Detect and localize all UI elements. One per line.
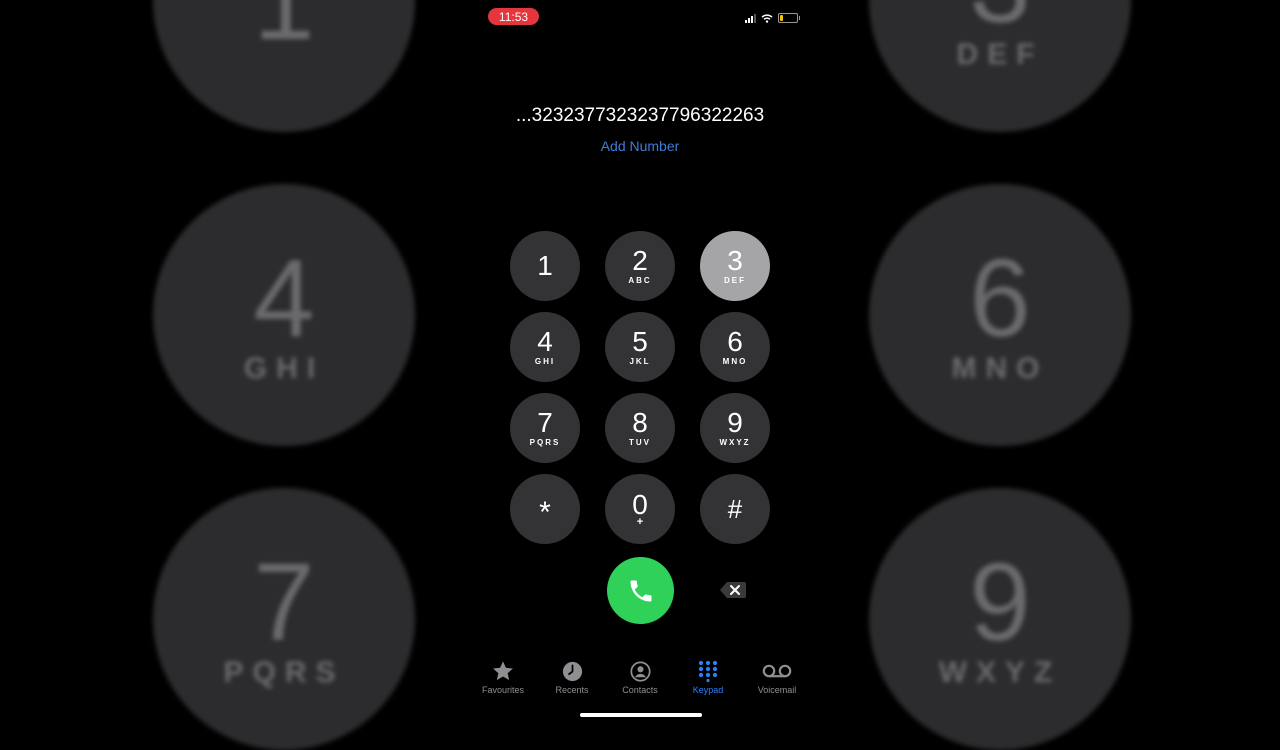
tab-keypad[interactable]: Keypad: [678, 660, 738, 695]
key-hash[interactable]: #: [700, 474, 770, 544]
backspace-icon: [720, 582, 746, 598]
person-icon: [629, 660, 651, 682]
background-key-6: 6 MNO: [869, 184, 1131, 446]
tab-recents[interactable]: Recents: [542, 660, 602, 695]
keypad-icon: [698, 660, 718, 682]
background-key-1: 1: [153, 0, 415, 132]
status-icons: [745, 13, 800, 23]
dialed-number: ...3232377323237796322263: [515, 105, 765, 126]
tab-contacts[interactable]: Contacts: [610, 660, 670, 695]
background-key-3: 3DEF: [869, 0, 1131, 132]
key-6[interactable]: 6 MNO: [700, 312, 770, 382]
key-star[interactable]: *: [510, 474, 580, 544]
time-pill[interactable]: 11:53: [488, 8, 539, 25]
call-button[interactable]: [607, 557, 674, 624]
key-7[interactable]: 7 PQRS: [510, 393, 580, 463]
tab-favourites[interactable]: Favourites: [473, 660, 533, 695]
key-2[interactable]: 2 ABC: [605, 231, 675, 301]
key-1[interactable]: 1: [510, 231, 580, 301]
key-5[interactable]: 5 JKL: [605, 312, 675, 382]
cellular-signal-icon: [745, 13, 756, 23]
phone-icon: [630, 580, 651, 601]
home-indicator[interactable]: [580, 713, 702, 717]
add-number-link[interactable]: Add Number: [472, 138, 808, 154]
key-3[interactable]: 3 DEF: [700, 231, 770, 301]
background-key-9: 9 WXYZ: [869, 488, 1131, 750]
tab-voicemail[interactable]: Voicemail: [747, 660, 807, 695]
key-9[interactable]: 9 WXYZ: [700, 393, 770, 463]
background-key-7: 7 PQRS: [153, 488, 415, 750]
key-4[interactable]: 4 GHI: [510, 312, 580, 382]
star-icon: [493, 661, 513, 681]
clock-icon: [562, 661, 582, 681]
wifi-icon: [761, 13, 773, 23]
voicemail-icon: [762, 664, 792, 678]
key-0[interactable]: 0 +: [605, 474, 675, 544]
phone-screen: 11:53 ...3232377323237796322263 Add Numb…: [472, 0, 808, 720]
battery-icon: [778, 13, 800, 23]
delete-button[interactable]: [719, 579, 747, 601]
tab-bar: Favourites Recents Contacts Keypad Voice…: [472, 660, 808, 700]
background-key-4: 4 GHI: [153, 184, 415, 446]
key-8[interactable]: 8 TUV: [605, 393, 675, 463]
